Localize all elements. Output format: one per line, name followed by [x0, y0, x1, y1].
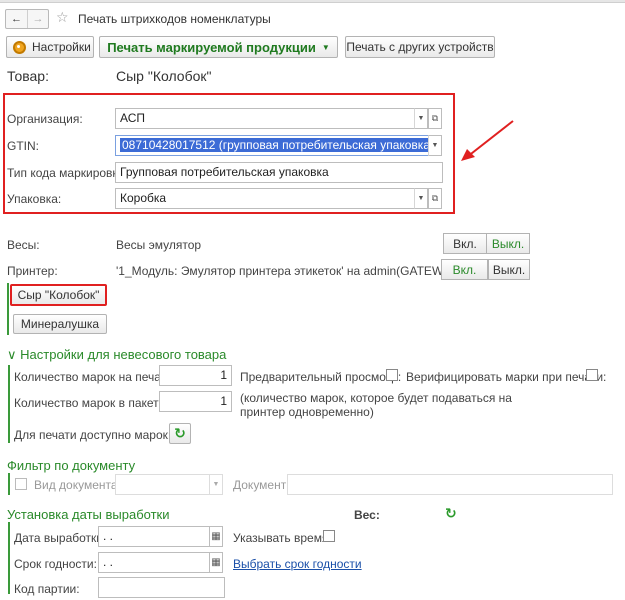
product-value: Сыр "Колобок" [116, 68, 212, 84]
preview-label: Предварительный просмотр: [240, 370, 402, 384]
list-item[interactable]: Минералушка [13, 314, 107, 334]
chevron-down-icon: ▼ [321, 42, 330, 52]
print-marked-products-button[interactable]: Печать маркируемой продукции ▼ [99, 36, 338, 58]
available-label: Для печати доступно марок: 0 [14, 428, 182, 442]
gtin-field[interactable]: 08710428017512 (групповая потребительска… [115, 135, 429, 156]
calendar-icon[interactable]: ▦ [209, 552, 223, 573]
qty-pack-field[interactable]: 1 [159, 391, 232, 412]
printer-off-button[interactable]: Выкл. [488, 259, 530, 280]
section-bar [8, 365, 10, 443]
chevron-down-icon: ∨ [7, 347, 17, 362]
marking-type-field[interactable]: Групповая потребительская упаковка [115, 162, 443, 183]
expiry-label: Срок годности: [14, 557, 97, 571]
print-button-label: Печать маркируемой продукции [107, 39, 316, 55]
doc-label: Документ: [233, 478, 290, 492]
scales-off-button[interactable]: Выкл. [486, 233, 530, 254]
refresh-button[interactable]: ↻ [169, 423, 191, 444]
preview-checkbox[interactable] [386, 369, 398, 381]
package-open-icon[interactable]: ⧉ [428, 188, 442, 209]
section-bar [8, 522, 10, 594]
nonweight-section[interactable]: ∨ Настройки для невесового товара [7, 347, 226, 363]
settings-button-label: Настройки [32, 40, 91, 54]
favorite-star-icon[interactable]: ☆ [56, 9, 69, 26]
scales-label: Весы: [7, 238, 40, 252]
printer-label: Принтер: [7, 264, 58, 278]
verify-label: Верифицировать марки при печати: [406, 370, 607, 384]
refresh-icon: ↻ [174, 425, 186, 441]
org-open-icon[interactable]: ⧉ [428, 108, 442, 129]
scales-on-button[interactable]: Вкл. [443, 233, 487, 254]
scales-value: Весы эмулятор [116, 238, 202, 252]
specify-time-label: Указывать время: [233, 531, 332, 545]
settings-gear-icon [13, 40, 26, 54]
qty-print-field[interactable]: 1 [159, 365, 232, 386]
org-dropdown-icon[interactable]: ▼ [414, 108, 428, 129]
back-arrow-icon[interactable]: ← [6, 10, 27, 28]
window-title: Печать штрихкодов номенклатуры [78, 12, 271, 26]
printer-value: '1_Модуль: Эмулятор принтера этикеток' н… [116, 264, 462, 278]
gtin-dropdown-icon[interactable]: ▼ [428, 135, 442, 156]
marking-type-label: Тип кода маркировки: [7, 166, 128, 180]
date-field[interactable]: . . [98, 526, 210, 547]
doc-type-checkbox[interactable] [15, 478, 27, 490]
doc-type-label: Вид документа: [34, 478, 121, 492]
print-from-other-devices-button[interactable]: Печать с других устройств [345, 36, 495, 58]
list-item[interactable]: Сыр "Колобок" [10, 284, 107, 306]
qty-print-label: Количество марок на печать: [14, 370, 176, 384]
print-other-label: Печать с других устройств [346, 40, 494, 54]
section-bar [8, 473, 10, 495]
nonweight-title: Настройки для невесового товара [20, 347, 227, 362]
package-label: Упаковка: [7, 192, 62, 206]
printer-on-button[interactable]: Вкл. [441, 259, 488, 280]
nav-buttons: ← → [5, 9, 49, 29]
doc-type-field[interactable] [115, 474, 210, 495]
expiry-field[interactable]: . . [98, 552, 210, 573]
weight-label: Вес: [354, 508, 380, 522]
specify-time-checkbox[interactable] [323, 530, 335, 542]
qty-pack-label: Количество марок в пакете: [14, 396, 169, 410]
qty-pack-note: (количество марок, которое будет подават… [240, 391, 512, 419]
org-field[interactable]: АСП [115, 108, 415, 129]
tab-strip [0, 0, 625, 3]
package-dropdown-icon[interactable]: ▼ [414, 188, 428, 209]
gtin-label: GTIN: [7, 139, 39, 153]
package-field[interactable]: Коробка [115, 188, 415, 209]
settings-button[interactable]: Настройки [6, 36, 94, 58]
gtin-value: 08710428017512 (групповая потребительска… [120, 138, 428, 152]
calendar-icon[interactable]: ▦ [209, 526, 223, 547]
forward-arrow-icon[interactable]: → [27, 10, 48, 28]
doc-filter-title: Фильтр по документу [7, 458, 136, 473]
refresh-icon[interactable]: ↻ [445, 505, 457, 522]
doc-field[interactable] [287, 474, 613, 495]
choose-expiry-link[interactable]: Выбрать срок годности [233, 557, 362, 571]
production-date-title: Установка даты выработки [7, 507, 170, 522]
batch-field[interactable] [98, 577, 225, 598]
org-label: Организация: [7, 112, 83, 126]
batch-label: Код партии: [14, 582, 80, 596]
date-label: Дата выработки: [14, 531, 107, 545]
product-label: Товар: [7, 68, 49, 84]
red-arrow-icon [461, 120, 514, 161]
doc-type-dropdown-icon[interactable]: ▼ [209, 474, 223, 495]
list-left-bar [7, 283, 9, 335]
verify-checkbox[interactable] [586, 369, 598, 381]
